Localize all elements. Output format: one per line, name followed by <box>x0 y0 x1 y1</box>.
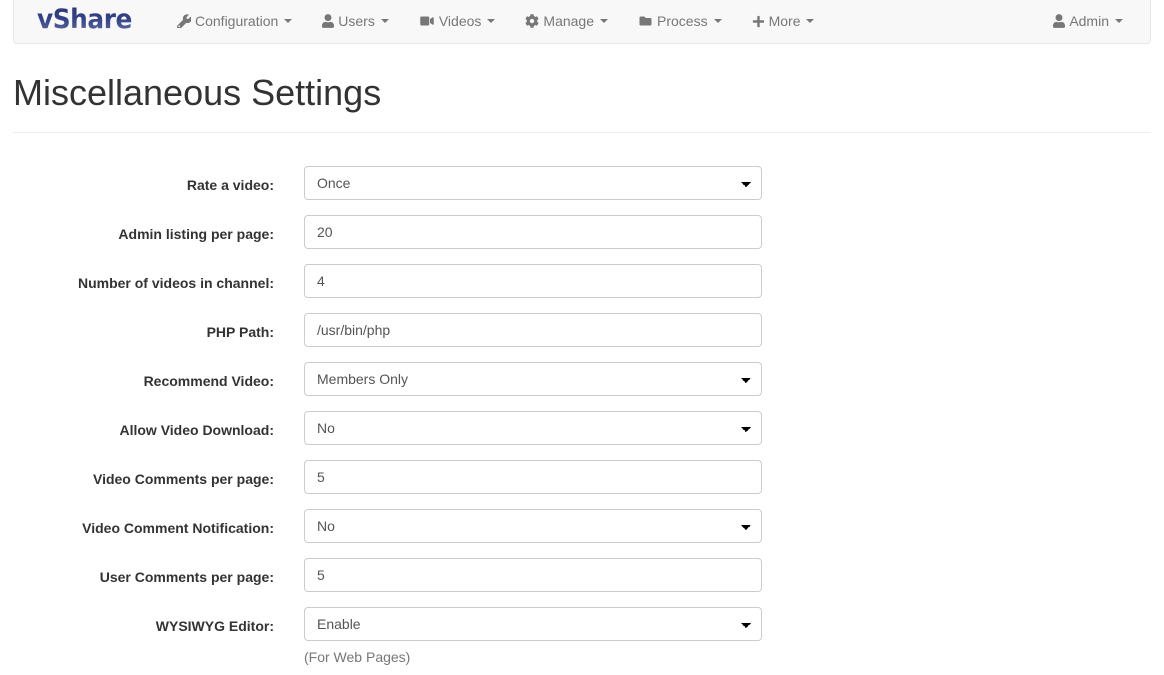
top-navbar: vShare Configuration Users Videos Manage… <box>13 0 1151 44</box>
form-row-php-path: PHP Path: <box>0 313 1164 362</box>
user-icon <box>322 14 335 28</box>
chevron-down-icon <box>1115 19 1123 23</box>
chevron-down-icon <box>380 19 389 23</box>
nav-item-videos[interactable]: Videos <box>404 0 511 44</box>
label-user-comments-per-page: User Comments per page: <box>99 569 274 585</box>
label-number-of-videos-in-channel: Number of videos in channel: <box>77 275 274 291</box>
input-user-comments-per-page[interactable] <box>304 558 762 592</box>
label-php-path: PHP Path: <box>206 324 274 340</box>
select-recommend-video[interactable]: Members Only <box>304 362 762 396</box>
field-wrap-video-comment-notification: No <box>304 509 762 543</box>
nav-item-users[interactable]: Users <box>307 0 404 44</box>
input-admin-listing-per-page[interactable] <box>304 215 762 249</box>
nav-item-manage[interactable]: Manage <box>510 0 623 44</box>
brand-logo-vshare[interactable]: vShare <box>37 6 132 33</box>
select-wysiwyg-editor[interactable]: Enable <box>304 607 762 641</box>
nav-item-label: More <box>768 13 801 29</box>
field-wrap-allow-video-download: No <box>304 411 762 445</box>
miscellaneous-settings-form: Rate a video: Once Admin listing per pag… <box>0 166 1164 665</box>
nav-item-more[interactable]: More <box>737 0 830 44</box>
page-title: Miscellaneous Settings <box>13 72 382 113</box>
main-nav: Configuration Users Videos Manage Proces… <box>162 0 829 44</box>
label-wysiwyg-editor: WYSIWYG Editor: <box>155 618 274 634</box>
nav-item-admin-account[interactable]: Admin <box>1038 0 1138 44</box>
form-row-user-comments-per-page: User Comments per page: <box>0 558 1164 607</box>
field-wrap-number-of-videos-in-channel <box>304 264 762 298</box>
select-video-comment-notification[interactable]: No <box>304 509 762 543</box>
nav-item-label: Videos <box>438 13 482 29</box>
chevron-down-icon <box>806 19 815 23</box>
wrench-icon <box>177 14 191 28</box>
help-text-wysiwyg-editor: (For Web Pages) <box>304 649 411 665</box>
form-row-video-comments-per-page: Video Comments per page: <box>0 460 1164 509</box>
form-row-wysiwyg-editor: WYSIWYG Editor: Enable (For Web Pages) <box>0 607 1164 665</box>
form-row-number-of-videos-in-channel: Number of videos in channel: <box>0 264 1164 313</box>
folder-icon <box>638 15 653 27</box>
label-admin-listing-per-page: Admin listing per page: <box>118 226 274 242</box>
form-row-recommend-video: Recommend Video: Members Only <box>0 362 1164 411</box>
nav-item-label: Configuration <box>195 13 279 29</box>
chevron-down-icon <box>487 19 496 23</box>
field-wrap-php-path <box>304 313 762 347</box>
header-divider <box>13 131 1151 133</box>
field-wrap-video-comments-per-page <box>304 460 762 494</box>
form-row-video-comment-notification: Video Comment Notification: No <box>0 509 1164 558</box>
user-icon <box>1053 14 1066 28</box>
field-wrap-wysiwyg-editor: Enable <box>304 607 762 641</box>
label-allow-video-download: Allow Video Download: <box>119 422 274 438</box>
input-video-comments-per-page[interactable] <box>304 460 762 494</box>
input-number-of-videos-in-channel[interactable] <box>304 264 762 298</box>
field-wrap-user-comments-per-page <box>304 558 762 592</box>
plus-icon <box>752 15 765 28</box>
chevron-down-icon <box>600 19 608 23</box>
gear-icon <box>525 14 539 28</box>
chevron-down-icon <box>284 19 293 23</box>
nav-item-label: Admin <box>1069 13 1109 29</box>
nav-right: Admin <box>1038 0 1138 44</box>
select-allow-video-download[interactable]: No <box>304 411 762 445</box>
form-row-allow-video-download: Allow Video Download: No <box>0 411 1164 460</box>
chevron-down-icon <box>713 19 722 23</box>
form-row-admin-listing-per-page: Admin listing per page: <box>0 215 1164 264</box>
label-rate-a-video: Rate a video: <box>186 177 274 193</box>
field-wrap-recommend-video: Members Only <box>304 362 762 396</box>
nav-item-label: Manage <box>543 13 594 29</box>
nav-item-label: Process <box>657 13 708 29</box>
field-wrap-rate-a-video: Once <box>304 166 762 200</box>
label-recommend-video: Recommend Video: <box>143 373 274 389</box>
field-wrap-admin-listing-per-page <box>304 215 762 249</box>
nav-item-label: Users <box>338 13 375 29</box>
page-header: Miscellaneous Settings <box>13 73 1151 133</box>
nav-item-configuration[interactable]: Configuration <box>162 0 307 44</box>
select-rate-a-video[interactable]: Once <box>304 166 762 200</box>
input-php-path[interactable] <box>304 313 762 347</box>
video-camera-icon <box>419 15 435 27</box>
label-video-comments-per-page: Video Comments per page: <box>92 471 274 487</box>
nav-item-process[interactable]: Process <box>623 0 737 44</box>
form-row-rate-a-video: Rate a video: Once <box>0 166 1164 215</box>
label-video-comment-notification: Video Comment Notification: <box>82 520 274 536</box>
